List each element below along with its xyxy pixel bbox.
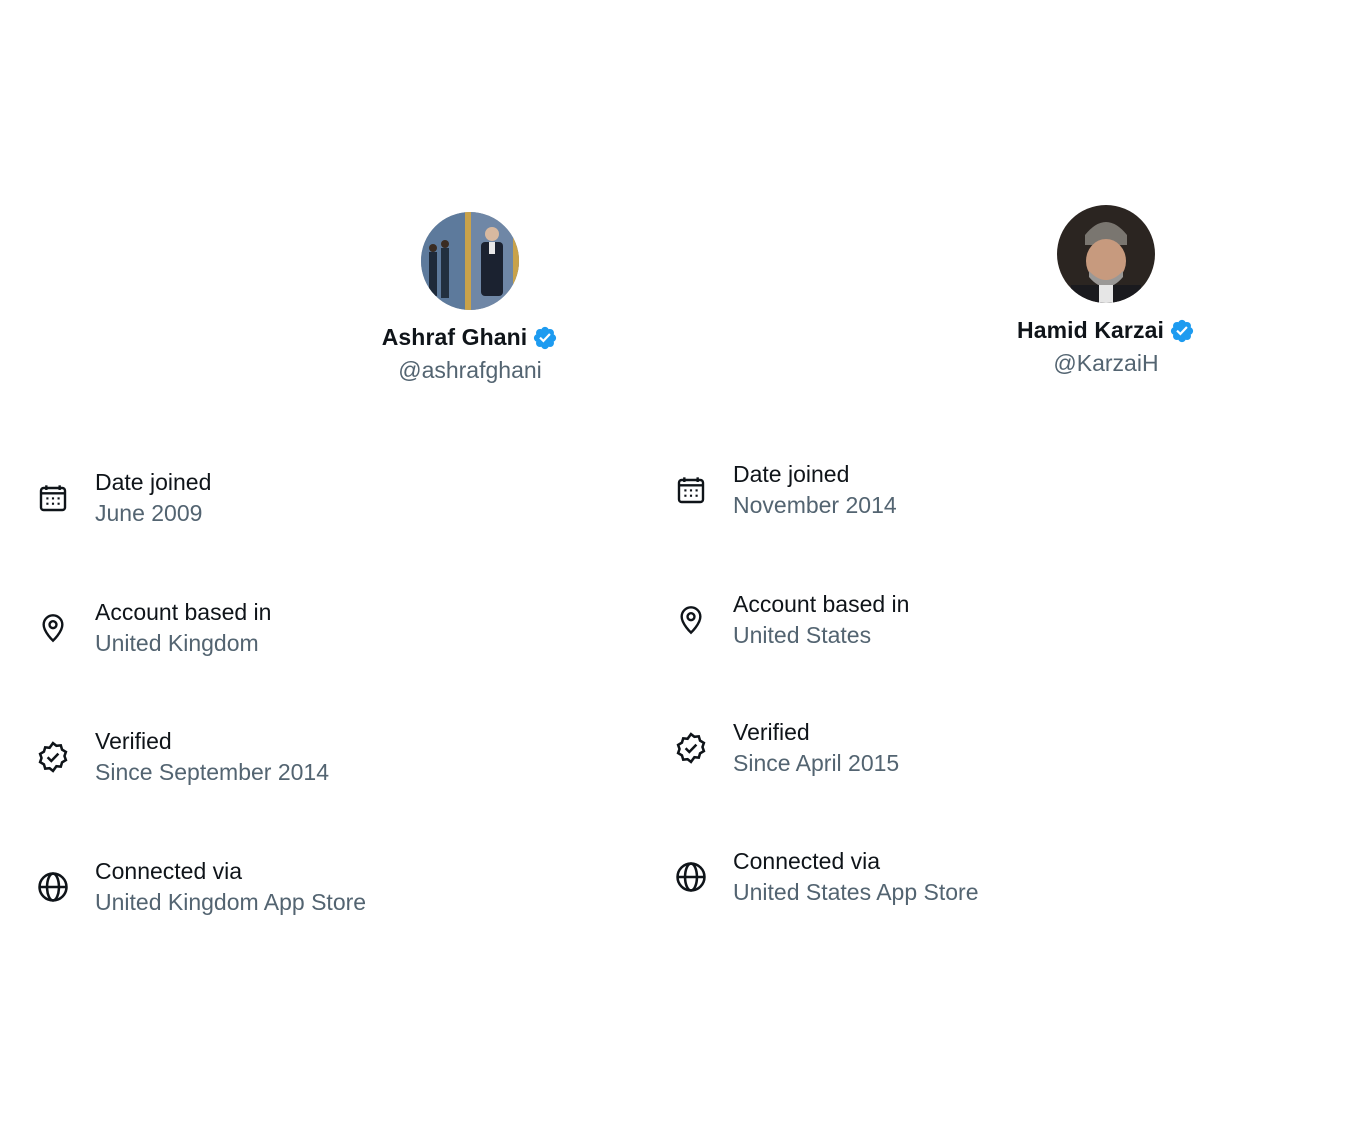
avatar[interactable] <box>421 212 519 310</box>
detail-label: Date joined <box>95 469 212 495</box>
calendar-icon <box>36 481 70 515</box>
calendar-icon <box>674 473 708 507</box>
detail-label: Verified <box>95 728 172 754</box>
verified-badge-icon <box>36 740 70 774</box>
detail-value: November 2014 <box>733 492 897 518</box>
verified-badge-icon <box>1169 318 1195 344</box>
detail-value: Since September 2014 <box>95 759 329 785</box>
verified-badge-icon <box>532 325 558 351</box>
detail-label: Account based in <box>733 591 910 617</box>
detail-account-based-in: Account based in United States <box>674 589 909 651</box>
detail-label: Connected via <box>95 858 243 884</box>
detail-connected-via: Connected via United States App Store <box>674 846 979 908</box>
detail-value: United States <box>733 622 872 648</box>
detail-label: Date joined <box>733 461 850 487</box>
detail-value: United Kingdom App Store <box>95 889 367 915</box>
detail-account-based-in: Account based in United Kingdom <box>36 597 271 659</box>
detail-connected-via: Connected via United Kingdom App Store <box>36 856 366 918</box>
avatar[interactable] <box>1057 205 1155 303</box>
globe-icon <box>36 870 70 904</box>
detail-label: Verified <box>733 719 810 745</box>
detail-date-joined: Date joined November 2014 <box>674 459 897 521</box>
display-name[interactable]: Hamid Karzai <box>1017 317 1164 344</box>
detail-value: June 2009 <box>95 500 203 526</box>
detail-value: United Kingdom <box>95 630 259 656</box>
display-name[interactable]: Ashraf Ghani <box>382 324 528 351</box>
location-pin-icon <box>674 603 708 637</box>
detail-date-joined: Date joined June 2009 <box>36 467 211 529</box>
detail-value: Since April 2015 <box>733 750 900 776</box>
globe-icon <box>674 860 708 894</box>
detail-value: United States App Store <box>733 879 979 905</box>
username-handle[interactable]: @KarzaiH <box>896 350 1316 377</box>
username-handle[interactable]: @ashrafghani <box>260 357 680 384</box>
detail-verified: Verified Since April 2015 <box>674 717 899 779</box>
detail-label: Connected via <box>733 848 881 874</box>
profile-header-ghani: Ashraf Ghani @ashrafghani <box>260 212 680 384</box>
verified-badge-icon <box>674 731 708 765</box>
detail-verified: Verified Since September 2014 <box>36 726 329 788</box>
profile-header-karzai: Hamid Karzai @KarzaiH <box>896 205 1316 377</box>
detail-label: Account based in <box>95 599 272 625</box>
location-pin-icon <box>36 611 70 645</box>
